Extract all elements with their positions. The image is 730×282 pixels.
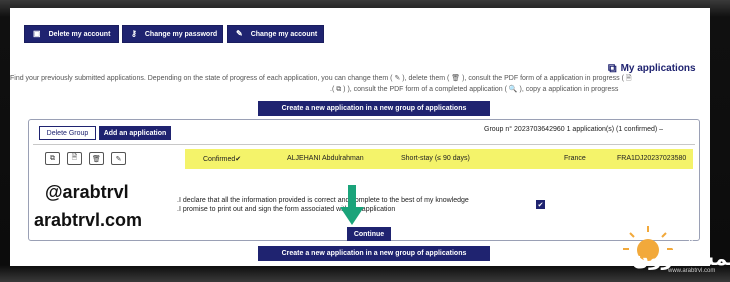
key-icon: ⚷ <box>131 29 137 38</box>
trash-icon: 🗑 <box>92 155 101 163</box>
copy-icon: ⧉ <box>50 154 55 162</box>
applicant-name-cell: ALJEHANI Abdulrahman <box>287 155 364 162</box>
arrow-down-icon <box>340 185 364 225</box>
declaration-line-2: .I promise to print out and sign the for… <box>177 206 396 213</box>
page-title-text: My applications <box>620 63 696 74</box>
country-cell: France <box>564 155 586 162</box>
application-row: ⧉ 🗎 🗑 ✎ Confirmed✔ ALJEHANI Abdulrahman … <box>33 148 695 170</box>
status-cell: Confirmed✔ <box>203 156 242 163</box>
declaration-checkbox[interactable]: ✔ <box>536 200 545 209</box>
visa-type-cell: Short-stay (≤ 90 days) <box>401 155 470 162</box>
logo-arabic: المسافرون <box>632 246 730 270</box>
create-new-group-button-top[interactable]: Create a new application in a new group … <box>258 101 490 116</box>
watermark-handle: @arabtrvl <box>45 182 129 202</box>
pencil-icon: ✎ <box>115 155 122 163</box>
pdf-form-button[interactable]: 🗎 <box>67 152 82 165</box>
delete-account-button[interactable]: ▣ Delete my account <box>24 25 119 43</box>
check-icon: ✔ <box>537 201 544 209</box>
declaration-line-1: .I declare that all the information prov… <box>177 197 469 204</box>
add-application-button[interactable]: Add an application <box>99 126 171 140</box>
screenshot-canvas: ▣ Delete my account ⚷ Change my password… <box>0 0 730 282</box>
change-account-button[interactable]: ✎ Change my account <box>227 25 324 43</box>
document-icon: 🗎 <box>71 154 78 161</box>
continue-button[interactable]: Continue <box>347 227 391 241</box>
delete-group-button[interactable]: Delete Group <box>39 126 96 140</box>
logo-url: www.arabtrvl.com <box>668 268 716 274</box>
edit-application-button[interactable]: ✎ <box>111 152 126 165</box>
reference-cell: FRA1DJ20237023580 <box>617 155 687 162</box>
group-info: Group n° 2023703642960 1 application(s) … <box>484 126 664 133</box>
pencil-icon: ✎ <box>236 29 243 38</box>
row-divider <box>33 144 695 145</box>
change-account-label: Change my account <box>250 30 318 38</box>
instructions-line-2: .( ⧉ ) ), consult the PDF form of a comp… <box>330 86 619 93</box>
declaration-text: .I declare that all the information prov… <box>177 196 469 214</box>
change-password-label: Change my password <box>144 30 218 38</box>
delete-application-button[interactable]: 🗑 <box>89 152 104 165</box>
instructions-line-1: Find your previously submitted applicati… <box>10 75 632 82</box>
account-icon: ▣ <box>33 29 41 38</box>
create-new-group-button-bottom[interactable]: Create a new application in a new group … <box>258 246 490 261</box>
change-password-button[interactable]: ⚷ Change my password <box>122 25 223 43</box>
copy-application-button[interactable]: ⧉ <box>45 152 60 165</box>
watermark-site: arabtrvl.com <box>34 210 143 230</box>
delete-account-label: Delete my account <box>48 30 111 38</box>
